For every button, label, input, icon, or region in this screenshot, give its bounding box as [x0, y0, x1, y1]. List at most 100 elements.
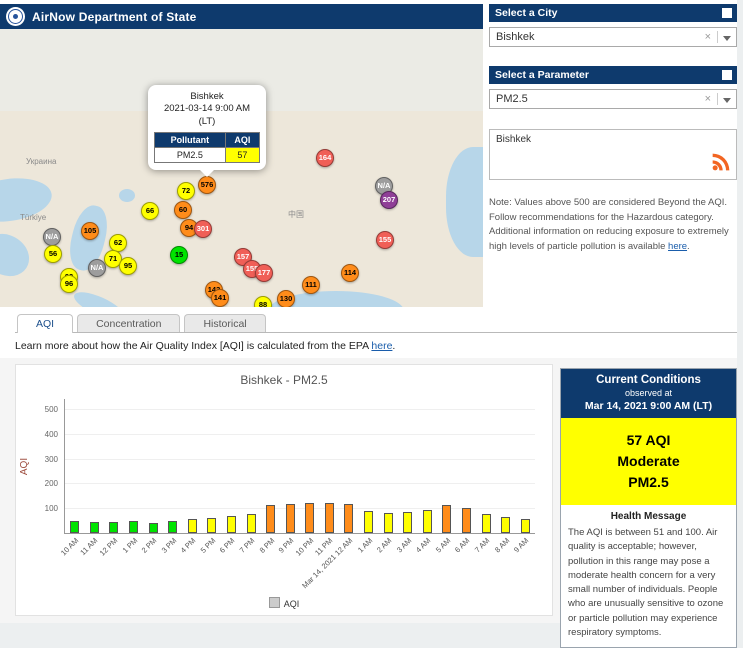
map-popup: Bishkek 2021-03-14 9:00 AM (LT) Pollutan…	[148, 85, 266, 170]
dos-seal-logo	[6, 7, 25, 26]
parameter-select[interactable]: PM2.5 ×	[489, 89, 737, 109]
learn-text: Learn more about how the Air Quality Ind…	[15, 340, 371, 352]
learn-here-link[interactable]: here	[371, 340, 392, 352]
current-aqi-value: 57 AQI	[561, 430, 736, 451]
city-select[interactable]: Bishkek ×	[489, 27, 737, 47]
map-aqi-marker[interactable]: 15	[170, 246, 188, 264]
current-aqi-box: 57 AQI Moderate PM2.5	[561, 418, 736, 505]
map-aqi-marker[interactable]: 114	[341, 264, 359, 282]
map-aqi-marker[interactable]: 56	[44, 245, 62, 263]
map-aqi-marker[interactable]: 111	[302, 276, 320, 294]
current-aqi-pollutant: PM2.5	[561, 472, 736, 493]
chart-y-axis-label: AQI	[19, 458, 30, 475]
parameter-select-value: PM2.5	[496, 93, 528, 105]
note-suffix: .	[687, 241, 690, 252]
map-aqi-marker[interactable]: 66	[141, 202, 159, 220]
map-aqi-marker[interactable]: N/A	[43, 228, 61, 246]
select-parameter-label: Select a Parameter	[495, 69, 589, 81]
map-place-label: Украина	[26, 157, 56, 166]
aqi-map[interactable]: УкраинаTürkiye中国 72576606662105N/A943011…	[0, 29, 483, 307]
chart-bar	[70, 521, 79, 533]
chart-bar	[501, 517, 510, 533]
select-parameter-header: Select a Parameter	[489, 66, 737, 84]
map-aqi-marker[interactable]: 207	[380, 191, 398, 209]
app-header: AirNow Department of State	[0, 4, 483, 29]
chart-bar	[325, 503, 334, 533]
chart-y-tick: 400	[30, 430, 58, 439]
chart-bar	[462, 508, 471, 533]
popup-datetime: 2021-03-14 9:00 AM	[154, 103, 260, 115]
chart-plot-area	[64, 399, 535, 534]
app-title: AirNow Department of State	[32, 10, 197, 24]
rss-icon[interactable]	[711, 152, 731, 175]
chart-gridline	[65, 483, 535, 484]
aqi-chart-panel: Bishkek - PM2.5 AQI AQI 1002003004005001…	[15, 364, 553, 616]
map-aqi-marker[interactable]: 301	[194, 220, 212, 238]
map-aqi-marker[interactable]: 96	[60, 275, 78, 293]
parameter-select-divider	[717, 93, 718, 105]
param-panel-collapse-icon[interactable]	[722, 70, 732, 80]
map-aqi-marker[interactable]: 130	[277, 290, 295, 307]
chart-bar	[482, 514, 491, 533]
chart-bar	[227, 516, 236, 533]
chart-bar	[423, 510, 432, 533]
map-place-label: 中国	[288, 209, 304, 220]
chart-title: Bishkek - PM2.5	[16, 373, 552, 387]
current-aqi-category: Moderate	[561, 451, 736, 472]
city-select-divider	[717, 31, 718, 43]
rss-city-label: Bishkek	[496, 134, 531, 145]
learn-suffix: .	[392, 340, 395, 352]
city-panel-collapse-icon[interactable]	[722, 8, 732, 18]
current-conditions-title: Current Conditions	[563, 374, 734, 386]
select-city-label: Select a City	[495, 7, 557, 19]
chart-bar	[521, 519, 530, 533]
health-message-header: Health Message	[561, 505, 736, 524]
map-aqi-marker[interactable]: 60	[174, 201, 192, 219]
aral-sea-shape	[119, 189, 135, 202]
chart-y-tick: 100	[30, 504, 58, 513]
map-aqi-marker[interactable]: 95	[119, 257, 137, 275]
chart-bar	[188, 519, 197, 533]
map-aqi-marker[interactable]: 155	[376, 231, 394, 249]
chart-bar	[168, 521, 177, 533]
chart-bar	[442, 505, 451, 533]
map-aqi-marker[interactable]: 88	[254, 296, 272, 307]
beyond-aqi-note: Note: Values above 500 are considered Be…	[489, 196, 737, 255]
map-aqi-marker[interactable]: 72	[177, 182, 195, 200]
tab-aqi[interactable]: AQI	[17, 314, 73, 333]
east-sea-shape	[446, 147, 483, 257]
chart-bar	[344, 504, 353, 533]
city-clear-icon[interactable]: ×	[705, 28, 711, 46]
chart-gridline	[65, 434, 535, 435]
chart-bar	[207, 518, 216, 533]
chart-bar	[364, 511, 373, 533]
learn-more-text: Learn more about how the Air Quality Ind…	[15, 340, 395, 352]
city-chevron-down-icon[interactable]	[723, 36, 731, 41]
parameter-clear-icon[interactable]: ×	[705, 90, 711, 108]
popup-aqi-value: 57	[225, 148, 259, 163]
note-here-link[interactable]: here	[668, 241, 687, 252]
chart-bar	[247, 514, 256, 533]
map-aqi-marker[interactable]: 141	[211, 289, 229, 307]
chart-y-tick: 200	[30, 479, 58, 488]
tab-historical[interactable]: Historical	[184, 314, 265, 332]
chart-bar	[384, 513, 393, 533]
chart-y-tick: 500	[30, 405, 58, 414]
map-aqi-marker[interactable]: 105	[81, 222, 99, 240]
rss-feed-box: Bishkek	[489, 129, 737, 180]
popup-pollutant-value: PM2.5	[155, 148, 226, 163]
map-aqi-marker[interactable]: 164	[316, 149, 334, 167]
current-conditions-header: Current Conditions observed at Mar 14, 2…	[561, 369, 736, 418]
chart-gridline	[65, 459, 535, 460]
chart-bar	[266, 505, 275, 533]
parameter-chevron-down-icon[interactable]	[723, 98, 731, 103]
map-aqi-marker[interactable]: 177	[255, 264, 273, 282]
observed-at-value: Mar 14, 2021 9:00 AM (LT)	[563, 400, 734, 412]
tab-bar: AQI Concentration Historical	[15, 314, 737, 333]
chart-bar	[109, 522, 118, 533]
map-aqi-marker[interactable]: 576	[198, 176, 216, 194]
chart-bar	[403, 512, 412, 533]
map-aqi-marker[interactable]: N/A	[88, 259, 106, 277]
tab-concentration[interactable]: Concentration	[77, 314, 180, 332]
select-city-header: Select a City	[489, 4, 737, 22]
